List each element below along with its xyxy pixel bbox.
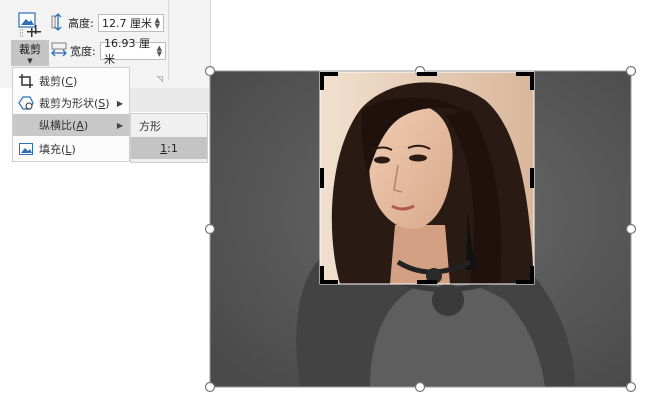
chevron-right-icon: ▶ (116, 120, 123, 130)
submenu-header-square: 方形 (139, 120, 161, 133)
resize-handle-left (204, 223, 216, 235)
resize-handle-tl (204, 65, 216, 77)
crop-region-image[interactable] (320, 72, 534, 284)
aspect-ratio-submenu: 方形 1:1 (130, 113, 208, 163)
resize-handle-bl (204, 381, 216, 393)
resize-handle-right (625, 223, 637, 235)
picture-canvas (204, 65, 637, 393)
menu-item-crop-to-shape[interactable]: 裁剪为形状(S) ▶ (13, 92, 129, 114)
aspect-option-1-1[interactable]: 1:1 (131, 137, 207, 159)
chevron-right-icon: ▶ (116, 98, 123, 108)
resize-handle-tr (625, 65, 637, 77)
resize-handle-br (625, 381, 637, 393)
shape-crop-icon (13, 96, 39, 110)
crop-menu: 裁剪(C) 裁剪为形状(S) ▶ 纵横比(A) ▶ 填充(L) (12, 67, 130, 162)
crop-icon (13, 74, 39, 88)
resize-handle-bottom (414, 381, 426, 393)
menu-item-fill[interactable]: 填充(L) (13, 138, 129, 160)
fill-icon (13, 143, 39, 155)
menu-item-crop[interactable]: 裁剪(C) (13, 70, 129, 92)
menu-item-aspect-ratio[interactable]: 纵横比(A) ▶ (13, 114, 129, 136)
